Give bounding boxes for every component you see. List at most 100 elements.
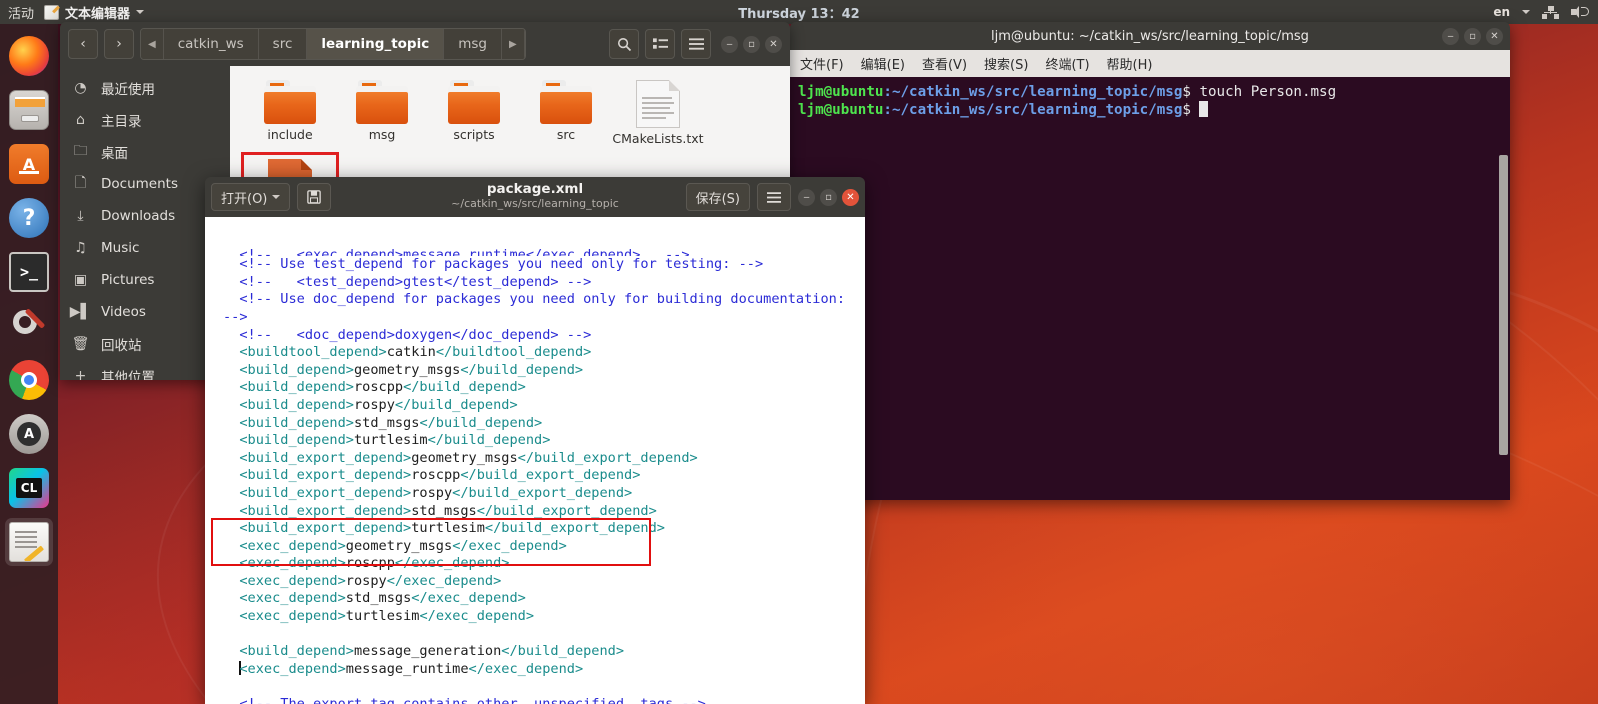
menu-help[interactable]: 帮助(H) bbox=[1107, 54, 1153, 73]
hamburger-icon[interactable] bbox=[757, 183, 791, 211]
close-button[interactable]: ✕ bbox=[842, 188, 859, 206]
forward-button[interactable]: › bbox=[104, 29, 134, 59]
file-name: msg bbox=[368, 127, 396, 142]
document-line: <build_depend>rospy</build_depend> bbox=[239, 396, 518, 413]
sidebar-item-label: Music bbox=[101, 240, 140, 256]
maximize-button[interactable]: ▫ bbox=[743, 35, 760, 53]
hamburger-icon[interactable] bbox=[681, 29, 711, 59]
document-line: <buildtool_depend>catkin</buildtool_depe… bbox=[239, 344, 592, 361]
document-line: <!-- <exec_depend>message_runtime</exec_… bbox=[239, 247, 690, 257]
dock-item-files[interactable] bbox=[5, 86, 53, 134]
dock-item-text-editor[interactable] bbox=[5, 518, 53, 566]
sidebar-item-recent[interactable]: ◔ 最近使用 bbox=[60, 72, 230, 104]
text-editor-document[interactable]: <!-- <exec_depend>message_runtime</exec_… bbox=[205, 217, 865, 704]
ubuntu-software-icon: A bbox=[9, 144, 49, 184]
file-item-msg[interactable]: msg bbox=[336, 76, 428, 155]
minimize-button[interactable]: ‒ bbox=[798, 188, 815, 206]
file-manager-window-controls: ‒ ▫ ✕ bbox=[721, 35, 782, 53]
folder-icon bbox=[356, 80, 408, 124]
document-line: <exec_depend>message_runtime</exec_depen… bbox=[239, 660, 584, 677]
open-button[interactable]: 打开(O) bbox=[211, 183, 291, 211]
terminal-scrollbar[interactable] bbox=[1497, 77, 1510, 500]
sidebar-item-label: Videos bbox=[101, 304, 146, 320]
sidebar-item-label: 最近使用 bbox=[101, 82, 155, 98]
close-button[interactable]: ✕ bbox=[765, 35, 782, 53]
files-icon bbox=[9, 90, 49, 130]
dock-item-clion[interactable]: CL bbox=[5, 464, 53, 512]
file-name: CMakeLists.txt bbox=[612, 131, 704, 146]
app-menu-label: 文本编辑器 bbox=[65, 6, 131, 22]
camera-icon: ▣ bbox=[73, 272, 88, 288]
trash-icon: 🗑 bbox=[71, 336, 90, 352]
plus-icon: + bbox=[74, 368, 87, 380]
clock[interactable]: Thursday 13：42 bbox=[0, 3, 1598, 22]
breadcrumb-item-src[interactable]: src bbox=[258, 29, 308, 59]
breadcrumb-item-catkin_ws[interactable]: catkin_ws bbox=[163, 29, 259, 59]
network-icon[interactable] bbox=[1542, 5, 1559, 19]
settings-gear-icon bbox=[9, 306, 49, 346]
file-item-scripts[interactable]: scripts bbox=[428, 76, 520, 155]
back-button[interactable]: ‹ bbox=[68, 29, 98, 59]
minimize-button[interactable]: ‒ bbox=[721, 35, 738, 53]
file-item-cmakelists[interactable]: CMakeLists.txt bbox=[612, 76, 704, 155]
sidebar-item-label: 回收站 bbox=[101, 338, 142, 354]
terminal-user: ljm@ubuntu bbox=[798, 84, 884, 100]
folder-icon: 🗀 bbox=[73, 143, 88, 159]
top-panel: 活动 文本编辑器 Thursday 13：42 en bbox=[0, 0, 1598, 24]
terminal-window-controls: ‒ ▫ ✕ bbox=[1442, 27, 1503, 45]
document-line: <build_depend>message_generation</build_… bbox=[239, 643, 625, 660]
maximize-button[interactable]: ▫ bbox=[1464, 27, 1481, 45]
minimize-button[interactable]: ‒ bbox=[1442, 27, 1459, 45]
desktop-screen: 活动 文本编辑器 Thursday 13：42 en A ? >_ A CL l… bbox=[0, 0, 1598, 704]
breadcrumb-item-learning_topic[interactable]: learning_topic bbox=[307, 29, 445, 59]
system-tray: en bbox=[1493, 5, 1598, 19]
document-line: <build_export_depend>rospy</build_export… bbox=[239, 484, 633, 501]
menu-search[interactable]: 搜索(S) bbox=[984, 54, 1028, 73]
keyboard-layout-indicator[interactable]: en bbox=[1493, 5, 1510, 19]
document-line: <build_depend>roscpp</build_depend> bbox=[239, 379, 526, 396]
dock-item-chrome[interactable] bbox=[5, 356, 53, 404]
sidebar-item-home[interactable]: ⌂ 主目录 bbox=[60, 104, 230, 136]
terminal-titlebar[interactable]: ljm@ubuntu: ~/catkin_ws/src/learning_top… bbox=[790, 22, 1510, 50]
sidebar-item-label: Downloads bbox=[101, 208, 176, 224]
file-name: scripts bbox=[453, 127, 495, 142]
dock-item-software[interactable]: A bbox=[5, 140, 53, 188]
search-icon[interactable] bbox=[609, 29, 639, 59]
file-name: include bbox=[267, 127, 313, 142]
document-line: <build_depend>geometry_msgs</build_depen… bbox=[239, 361, 584, 378]
dock-item-terminal[interactable]: >_ bbox=[5, 248, 53, 296]
breadcrumb-scroll-left[interactable]: ◀ bbox=[141, 29, 164, 59]
breadcrumb-scroll-right[interactable]: ▶ bbox=[501, 29, 525, 59]
music-icon: ♫ bbox=[74, 240, 87, 256]
terminal-window: ljm@ubuntu: ~/catkin_ws/src/learning_top… bbox=[790, 22, 1510, 500]
close-button[interactable]: ✕ bbox=[1486, 27, 1503, 45]
dock-item-settings[interactable] bbox=[5, 302, 53, 350]
maximize-button[interactable]: ▫ bbox=[820, 188, 837, 206]
menu-view[interactable]: 查看(V) bbox=[922, 54, 967, 73]
chevron-down-icon[interactable] bbox=[1522, 10, 1530, 14]
download-icon: ⤓ bbox=[77, 208, 84, 224]
volume-icon[interactable] bbox=[1571, 5, 1589, 19]
activities-button[interactable]: 活动 bbox=[0, 3, 44, 22]
open-button-label: 打开(O) bbox=[221, 191, 268, 207]
save-button[interactable]: 保存(S) bbox=[685, 183, 750, 211]
sidebar-item-desktop[interactable]: 🗀 桌面 bbox=[60, 136, 230, 168]
file-item-include[interactable]: include bbox=[244, 76, 336, 155]
file-item-src[interactable]: src bbox=[520, 76, 612, 155]
highlight-annotation-box bbox=[211, 518, 651, 566]
sidebar-item-label: Pictures bbox=[101, 272, 155, 288]
dock-item-software-updater[interactable]: A bbox=[5, 410, 53, 458]
dock-item-firefox[interactable] bbox=[5, 32, 53, 80]
view-list-icon[interactable] bbox=[645, 29, 675, 59]
menu-terminal[interactable]: 终端(T) bbox=[1045, 54, 1089, 73]
document-line: <!-- Use test_depend for packages you ne… bbox=[239, 256, 764, 273]
menu-edit[interactable]: 编辑(E) bbox=[861, 54, 905, 73]
document-line: <!-- The export tag contains other, unsp… bbox=[223, 696, 859, 704]
text-editor-icon bbox=[44, 4, 60, 20]
menu-file[interactable]: 文件(F) bbox=[800, 54, 844, 73]
save-icon-button[interactable] bbox=[297, 183, 332, 211]
breadcrumb-item-msg[interactable]: msg bbox=[444, 29, 502, 59]
app-menu[interactable]: 文本编辑器 bbox=[44, 3, 145, 22]
terminal-output-area[interactable]: ljm@ubuntu:~/catkin_ws/src/learning_topi… bbox=[790, 77, 1510, 500]
dock-item-help[interactable]: ? bbox=[5, 194, 53, 242]
